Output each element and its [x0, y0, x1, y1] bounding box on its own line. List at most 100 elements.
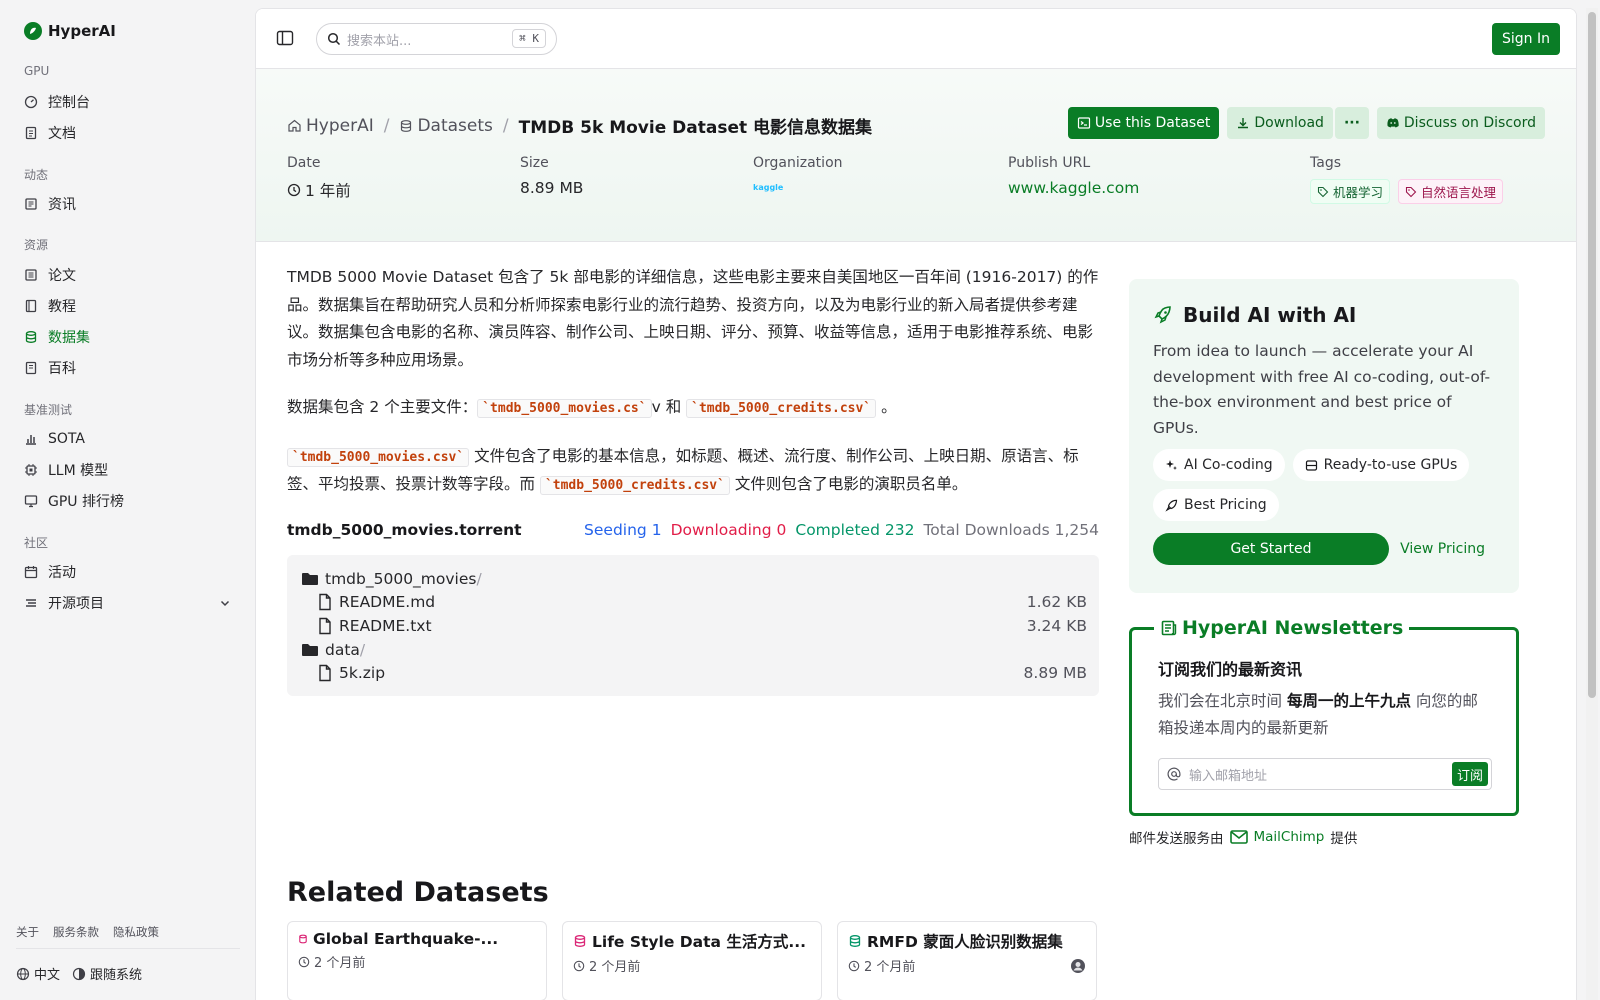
breadcrumb-separator: /	[502, 115, 509, 136]
brand-logo[interactable]: HyperAI	[24, 22, 116, 40]
newspaper-icon	[25, 198, 37, 210]
description-paragraph: TMDB 5000 Movie Dataset 包含了 5k 部电影的详细信息，…	[287, 268, 1099, 369]
sidebar-item-console[interactable]: 控制台	[24, 89, 234, 115]
breadcrumb-home[interactable]: HyperAI	[287, 116, 374, 136]
scrollbar-thumb[interactable]	[1588, 12, 1596, 698]
torrent-filename[interactable]: tmdb_5000_movies.torrent	[287, 521, 522, 539]
nav-section-community: 社区	[24, 536, 49, 550]
sidebar-item-datasets[interactable]: 数据集	[24, 324, 234, 350]
chevron-down-icon[interactable]	[218, 596, 232, 610]
about-link[interactable]: 关于	[16, 924, 39, 940]
sidebar-item-sota[interactable]: SOTA	[24, 426, 234, 452]
header-actions: Use this Dataset Download ··· Discuss on…	[1067, 107, 1545, 139]
sidebar-item-papers[interactable]: 论文	[24, 262, 234, 288]
main-panel: 搜索本站... ⌘ K Sign In HyperAI / Datasets /…	[255, 8, 1577, 1000]
meta-size: Size 8.89 MB	[520, 155, 584, 197]
sidebar-item-gpu-ranking[interactable]: GPU 排行榜	[24, 488, 234, 514]
completed-count: Completed 232	[795, 521, 915, 539]
page-scrollbar[interactable]	[1586, 8, 1598, 1000]
file-tree-row[interactable]: data/	[301, 638, 1087, 662]
inline-code: `tmdb_5000_credits.csv`	[686, 399, 877, 418]
hyperai-logo-icon	[24, 22, 42, 40]
view-pricing-link[interactable]: View Pricing	[1400, 541, 1495, 557]
related-dataset-card[interactable]: Global Earthquake-... 2 个月前	[287, 921, 547, 1000]
chip-icon	[25, 464, 37, 476]
file-tree: tmdb_5000_movies/ README.md 1.62 KB READ…	[287, 555, 1099, 696]
terminal-icon	[1077, 117, 1091, 129]
home-icon	[288, 119, 301, 132]
sidebar-footer-links: 关于 服务条款 隐私政策	[16, 924, 159, 940]
nav-section-benchmarks: 基准测试	[24, 403, 73, 417]
sidebar-item-wiki[interactable]: 百科	[24, 355, 234, 381]
nav-section-resources: 资源	[24, 238, 49, 252]
sidebar-item-news[interactable]: 资讯	[24, 191, 234, 217]
dataset-header: HyperAI / Datasets / TMDB 5k Movie Datas…	[256, 69, 1576, 242]
terms-link[interactable]: 服务条款	[53, 924, 99, 940]
tag-machine-learning[interactable]: 机器学习	[1310, 179, 1391, 204]
sidebar-item-events[interactable]: 活动	[24, 559, 234, 585]
page-title: TMDB 5k Movie Dataset 电影信息数据集	[518, 118, 873, 138]
related-dataset-card[interactable]: Life Style Data 生活方式... 2 个月前	[562, 921, 822, 1000]
file-tree-row[interactable]: README.md 1.62 KB	[301, 591, 1087, 615]
database-icon	[299, 934, 307, 944]
theme-switch[interactable]: 跟随系统	[72, 964, 142, 983]
clock-icon	[848, 960, 860, 971]
encyclopedia-icon	[25, 361, 37, 375]
mail-icon	[1229, 830, 1248, 844]
rocket-icon	[1154, 306, 1171, 324]
download-icon	[1238, 118, 1249, 129]
monitor-icon	[24, 495, 38, 508]
language-switch[interactable]: 中文	[16, 964, 60, 983]
feature-best-pricing: Best Pricing	[1153, 489, 1279, 521]
tag-nlp[interactable]: 自然语言处理	[1398, 179, 1504, 204]
build-ai-description: From idea to launch — accelerate your AI…	[1153, 342, 1491, 437]
file-tree-row[interactable]: tmdb_5000_movies/	[301, 567, 1087, 591]
meta-publish-url: Publish URL www.kaggle.com	[1008, 155, 1140, 197]
book-icon	[25, 299, 37, 313]
discord-button[interactable]: Discuss on Discord	[1376, 107, 1545, 139]
more-options-button[interactable]: ···	[1334, 107, 1369, 139]
file-tree-row[interactable]: 5k.zip 8.89 MB	[301, 661, 1087, 685]
search-input[interactable]: 搜索本站... ⌘ K	[316, 23, 557, 55]
sidebar-item-docs[interactable]: 文档	[24, 120, 234, 146]
database-icon	[25, 331, 37, 343]
mail-provider-note: 邮件发送服务由 MailChimp 提供	[1129, 829, 1358, 847]
sidebar-item-open-source[interactable]: 开源项目	[24, 590, 234, 616]
download-button[interactable]: Download	[1227, 107, 1333, 139]
sidebar-settings: 中文 跟随系统	[16, 964, 142, 983]
mailchimp-link[interactable]: MailChimp	[1229, 829, 1324, 845]
kaggle-logo[interactable]: kaggle	[753, 183, 783, 192]
newsletter-box: HyperAI Newsletters 订阅我们的最新资讯 我们会在北京时间 每…	[1129, 617, 1519, 816]
download-group: Download ···	[1227, 107, 1369, 139]
file-tree-row[interactable]: README.txt 3.24 KB	[301, 614, 1087, 638]
brand-name: HyperAI	[48, 22, 116, 40]
file-icon	[319, 617, 331, 635]
dataset-description: TMDB 5000 Movie Dataset 包含了 5k 部电影的详细信息，…	[287, 264, 1099, 520]
inline-code: `tmdb_5000_movies.cs`	[477, 399, 652, 418]
email-field[interactable]: 输入邮箱地址 订阅	[1158, 758, 1492, 790]
total-downloads: Total Downloads 1,254	[923, 521, 1099, 539]
privacy-link[interactable]: 隐私政策	[113, 924, 159, 940]
breadcrumb-datasets[interactable]: Datasets	[399, 116, 493, 136]
get-started-button[interactable]: Get Started	[1153, 533, 1389, 565]
subscribe-button[interactable]: 订阅	[1451, 762, 1488, 786]
database-icon	[401, 119, 412, 132]
nav-section-gpu: GPU	[24, 64, 50, 78]
document-icon	[25, 126, 37, 140]
sign-in-button[interactable]: Sign In	[1492, 23, 1560, 55]
related-dataset-card[interactable]: RMFD 蒙面人脸识别数据集 2 个月前	[837, 921, 1097, 1000]
sidebar-toggle-icon[interactable]	[276, 29, 294, 47]
search-shortcut: ⌘ K	[512, 29, 546, 48]
meta-tags: Tags 机器学习 自然语言处理	[1310, 155, 1504, 204]
at-sign-icon	[1167, 767, 1181, 781]
clock-icon	[573, 960, 585, 971]
sidebar-item-tutorials[interactable]: 教程	[24, 293, 234, 319]
email-placeholder: 输入邮箱地址	[1189, 768, 1268, 784]
use-dataset-button[interactable]: Use this Dataset	[1067, 107, 1220, 139]
newsletter-text: 我们会在北京时间 每周一的上午九点 向您的邮箱投递本周内的最新更新	[1158, 692, 1478, 737]
build-ai-features: AI Co-coding Ready-to-use GPUs Best Pric…	[1153, 449, 1495, 521]
publish-url-link[interactable]: www.kaggle.com	[1008, 179, 1139, 197]
breadcrumb-separator: /	[383, 115, 390, 136]
topbar: 搜索本站... ⌘ K Sign In	[256, 9, 1576, 69]
sidebar-item-llm[interactable]: LLM 模型	[24, 457, 234, 483]
